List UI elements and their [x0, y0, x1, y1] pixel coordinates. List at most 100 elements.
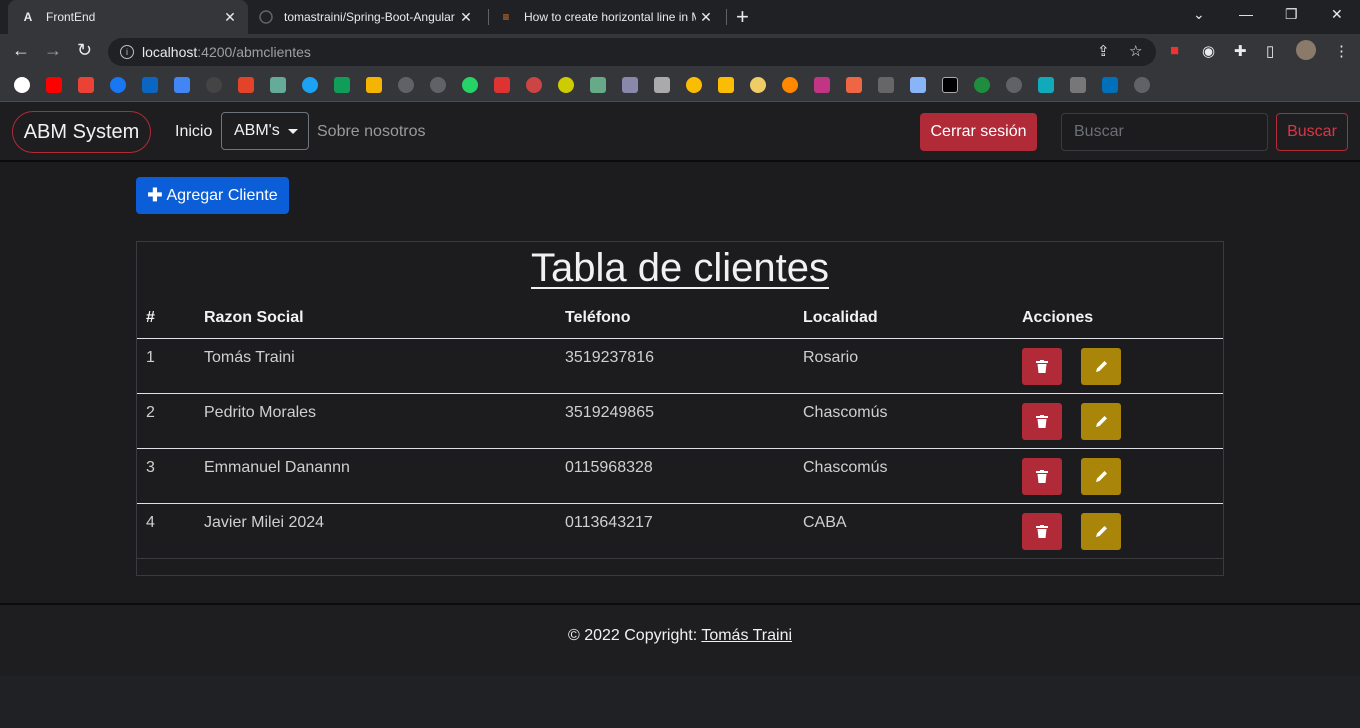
twitter-icon[interactable] — [302, 77, 318, 93]
pencil-icon — [1095, 416, 1107, 427]
bookmark-icon[interactable] — [654, 77, 670, 93]
edit-button[interactable] — [1081, 403, 1121, 440]
bookmark-icon[interactable] — [846, 77, 862, 93]
bookmark-icon[interactable] — [1070, 77, 1086, 93]
drive-icon[interactable] — [334, 77, 350, 93]
linkedin-icon[interactable] — [142, 77, 158, 93]
minimize-icon[interactable]: — — [1239, 6, 1253, 22]
pencil-icon — [1095, 526, 1107, 537]
translate-icon[interactable] — [174, 77, 190, 93]
globe-icon[interactable] — [430, 77, 446, 93]
abm-dropdown[interactable]: ABM's — [221, 112, 309, 150]
whatsapp-icon[interactable] — [462, 77, 478, 93]
bookmark-icon[interactable] — [878, 77, 894, 93]
tab-title: FrontEnd — [46, 10, 96, 24]
page-bottom — [0, 676, 1360, 728]
github-icon[interactable] — [206, 77, 222, 93]
google-icon[interactable] — [14, 77, 30, 93]
table-row: 4 Javier Milei 2024 0113643217 CABA — [137, 504, 1223, 559]
trash-icon — [1036, 360, 1048, 373]
plus-icon: ✚ — [147, 185, 163, 205]
search-button[interactable]: Buscar — [1276, 113, 1348, 151]
stackoverflow-icon: ≡ — [502, 10, 510, 24]
close-icon[interactable]: ✕ — [696, 9, 716, 26]
bookmark-icon[interactable] — [526, 77, 542, 93]
table-title: Tabla de clientes — [531, 246, 829, 290]
avatar[interactable] — [1296, 40, 1316, 60]
restore-icon[interactable]: ❐ — [1285, 6, 1298, 23]
globe-icon[interactable] — [1006, 77, 1022, 93]
github-icon — [258, 9, 274, 25]
bookmark-icon[interactable] — [270, 77, 286, 93]
bookmark-icon[interactable] — [590, 77, 606, 93]
trash-icon — [1036, 525, 1048, 538]
navbar: ABM System Inicio ABM's Sobre nosotros C… — [0, 102, 1360, 162]
back-icon[interactable]: ← — [12, 40, 30, 61]
delete-button[interactable] — [1022, 458, 1062, 495]
paypal-icon[interactable] — [1102, 77, 1118, 93]
mail-icon[interactable] — [910, 77, 926, 93]
star-icon[interactable] — [718, 77, 734, 93]
search-input[interactable] — [1061, 113, 1268, 151]
header-id: # — [146, 309, 155, 326]
site-info-icon[interactable]: i — [120, 45, 134, 59]
reload-icon[interactable]: ↻ — [77, 40, 92, 61]
new-tab-icon[interactable]: + — [736, 4, 749, 30]
gitlab-icon[interactable] — [238, 77, 254, 93]
bookmark-icon[interactable] — [622, 77, 638, 93]
brand-logo[interactable]: ABM System — [12, 111, 151, 153]
bookmark-icon[interactable] — [750, 77, 766, 93]
globe-icon[interactable] — [398, 77, 414, 93]
bookmark-icon[interactable] — [1038, 77, 1054, 93]
pencil-icon — [1095, 361, 1107, 372]
gmail-icon[interactable] — [78, 77, 94, 93]
bookmark-icon[interactable] — [494, 77, 510, 93]
logout-button[interactable]: Cerrar sesión — [920, 113, 1037, 151]
edit-button[interactable] — [1081, 513, 1121, 550]
footer-copyright: © 2022 Copyright: Tomás Traini — [0, 627, 1360, 645]
share-icon[interactable]: ⇪ — [1097, 42, 1110, 60]
angular-icon[interactable] — [942, 77, 958, 93]
edit-button[interactable] — [1081, 348, 1121, 385]
tab-frontend[interactable]: A FrontEnd ✕ — [8, 0, 248, 34]
delete-button[interactable] — [1022, 348, 1062, 385]
forward-icon[interactable]: → — [44, 40, 62, 61]
extension-glasses-icon[interactable]: ◉ — [1202, 42, 1215, 60]
header-razon-social: Razon Social — [204, 309, 304, 326]
add-client-button[interactable]: ✚ Agregar Cliente — [136, 177, 289, 214]
cell-localidad: CABA — [803, 514, 847, 531]
tab-search-icon[interactable]: ⌄ — [1193, 6, 1205, 23]
play-icon[interactable] — [974, 77, 990, 93]
side-panel-icon[interactable]: ▯ — [1266, 42, 1274, 60]
globe-icon[interactable] — [1134, 77, 1150, 93]
address-bar[interactable]: i localhost:4200/abmclientes — [108, 38, 1156, 66]
nav-inicio-link[interactable]: Inicio — [175, 123, 212, 141]
cell-localidad: Rosario — [803, 349, 859, 366]
header-localidad: Localidad — [803, 309, 878, 326]
close-icon[interactable]: ✕ — [456, 9, 476, 26]
cell-id: 3 — [146, 459, 155, 476]
facebook-icon[interactable] — [110, 77, 126, 93]
delete-button[interactable] — [1022, 513, 1062, 550]
cell-razon-social: Tomás Traini — [204, 349, 295, 366]
edit-button[interactable] — [1081, 458, 1121, 495]
emoji-icon[interactable] — [686, 77, 702, 93]
youtube-icon[interactable] — [46, 77, 62, 93]
menu-kebab-icon[interactable]: ⋮ — [1334, 42, 1349, 60]
window-close-icon[interactable]: ✕ — [1331, 6, 1343, 23]
tab-github[interactable]: tomastraini/Spring-Boot-Angular ✕ — [252, 0, 484, 34]
extensions-puzzle-icon[interactable]: ✚ — [1234, 42, 1247, 60]
bookmark-star-icon[interactable]: ☆ — [1129, 42, 1142, 60]
bookmark-icon[interactable] — [782, 77, 798, 93]
delete-button[interactable] — [1022, 403, 1062, 440]
footer-prefix: © 2022 Copyright: — [567, 627, 702, 644]
tab-stackoverflow[interactable]: ≡ How to create horizontal line in M ✕ — [492, 0, 724, 34]
instagram-icon[interactable] — [814, 77, 830, 93]
bookmark-icon[interactable] — [366, 77, 382, 93]
bookmark-icon[interactable] — [558, 77, 574, 93]
extension-lock-icon[interactable]: ■ — [1170, 42, 1179, 59]
cell-telefono: 3519237816 — [565, 349, 654, 366]
close-icon[interactable]: ✕ — [220, 9, 240, 26]
nav-sobre-link[interactable]: Sobre nosotros — [317, 123, 426, 141]
footer-author-link[interactable]: Tomás Traini — [701, 627, 792, 644]
